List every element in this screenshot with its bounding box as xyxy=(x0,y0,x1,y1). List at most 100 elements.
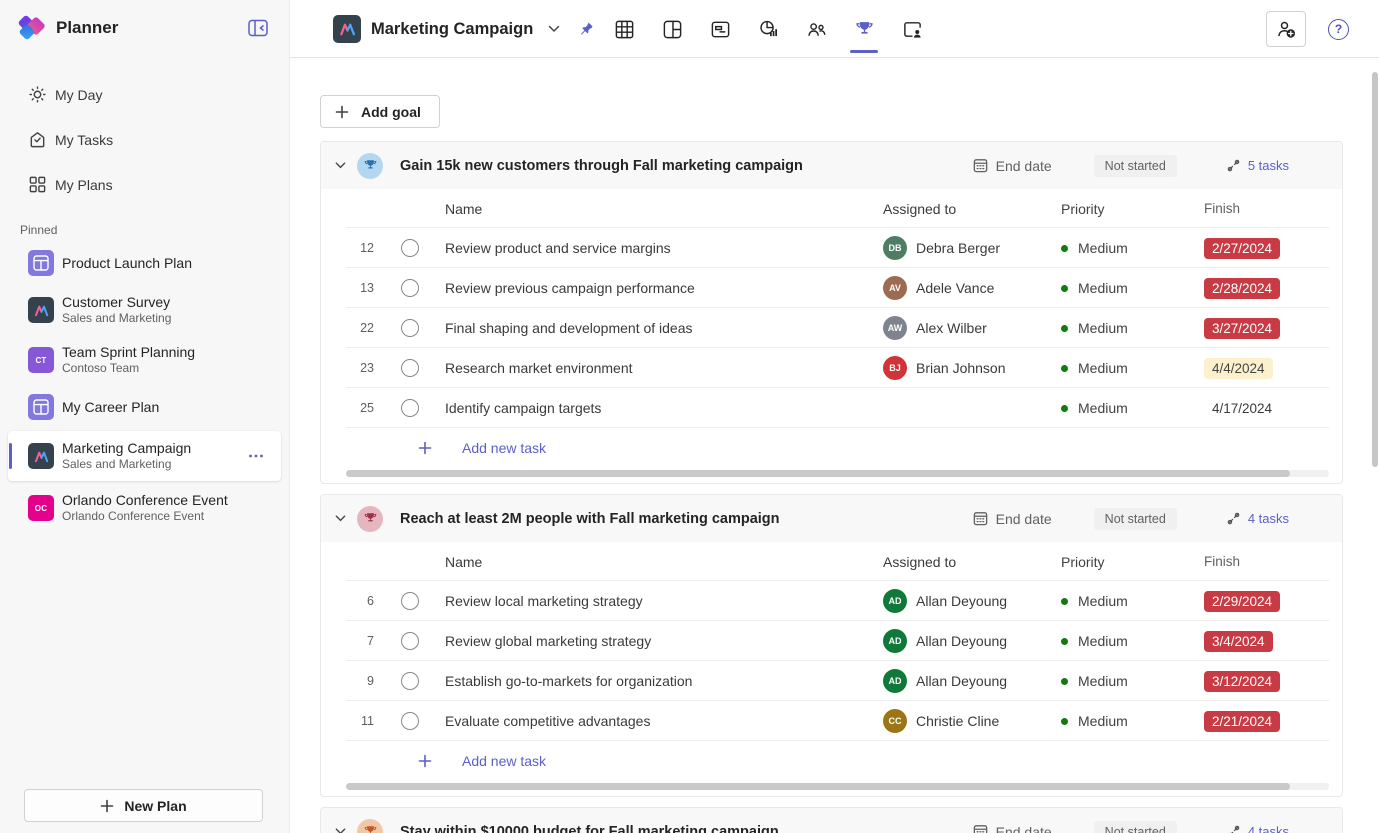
task-priority[interactable]: Medium xyxy=(1047,593,1191,609)
task-priority[interactable]: Medium xyxy=(1047,673,1191,689)
task-row[interactable]: 11 Evaluate competitive advantages CC Ch… xyxy=(321,701,1342,741)
task-priority[interactable]: Medium xyxy=(1047,320,1191,336)
task-checkbox[interactable] xyxy=(401,239,419,257)
task-name[interactable]: Review global marketing strategy xyxy=(443,633,867,649)
sidebar-item-my-tasks[interactable]: My Tasks xyxy=(0,117,289,162)
finish-date-badge[interactable]: 2/28/2024 xyxy=(1204,277,1281,299)
task-priority[interactable]: Medium xyxy=(1047,280,1191,296)
timeline-view-icon[interactable] xyxy=(704,9,736,49)
task-assignee[interactable] xyxy=(867,396,1047,420)
task-row[interactable]: 22 Final shaping and development of idea… xyxy=(321,308,1342,348)
help-icon[interactable]: ? xyxy=(1328,18,1349,40)
finish-date-badge[interactable]: 4/4/2024 xyxy=(1204,357,1273,379)
task-name[interactable]: Establish go-to-markets for organization xyxy=(443,673,867,689)
task-checkbox[interactable] xyxy=(401,279,419,297)
linked-tasks-button[interactable]: 5 tasks xyxy=(1226,158,1289,173)
task-checkbox[interactable] xyxy=(401,712,419,730)
task-checkbox[interactable] xyxy=(401,672,419,690)
task-checkbox[interactable] xyxy=(401,592,419,610)
assignments-view-icon[interactable] xyxy=(896,9,928,49)
task-checkbox[interactable] xyxy=(401,319,419,337)
task-assignee[interactable]: AD Allan Deyoung xyxy=(867,669,1047,693)
task-name[interactable]: Evaluate competitive advantages xyxy=(443,713,867,729)
sidebar-item-my-day[interactable]: My Day xyxy=(0,72,289,117)
task-assignee[interactable]: CC Christie Cline xyxy=(867,709,1047,733)
task-checkbox[interactable] xyxy=(401,399,419,417)
sidebar-item-my-plans[interactable]: My Plans xyxy=(0,162,289,207)
task-row[interactable]: 9 Establish go-to-markets for organizati… xyxy=(321,661,1342,701)
end-date-button[interactable]: End date xyxy=(972,823,1052,833)
chevron-down-icon[interactable] xyxy=(334,159,347,172)
people-view-icon[interactable] xyxy=(800,9,832,49)
task-row[interactable]: 13 Review previous campaign performance … xyxy=(321,268,1342,308)
task-row[interactable]: 25 Identify campaign targets Medium 4/17… xyxy=(321,388,1342,428)
task-name[interactable]: Final shaping and development of ideas xyxy=(443,320,867,336)
sidebar-plan-marketing-campaign[interactable]: Marketing Campaign Sales and Marketing xyxy=(8,431,281,481)
sidebar-plan-orlando-conference[interactable]: OC Orlando Conference Event Orlando Conf… xyxy=(0,483,289,533)
chevron-down-icon[interactable] xyxy=(547,22,561,36)
finish-date-badge[interactable]: 3/27/2024 xyxy=(1204,317,1281,339)
linked-tasks-button[interactable]: 4 tasks xyxy=(1226,824,1289,833)
scrollbar-thumb[interactable] xyxy=(346,470,1290,477)
task-assignee[interactable]: AW Alex Wilber xyxy=(867,316,1047,340)
task-name[interactable]: Review previous campaign performance xyxy=(443,280,867,296)
task-row[interactable]: 6 Review local marketing strategy AD All… xyxy=(321,581,1342,621)
task-row[interactable]: 7 Review global marketing strategy AD Al… xyxy=(321,621,1342,661)
task-priority[interactable]: Medium xyxy=(1047,240,1191,256)
grid-view-icon[interactable] xyxy=(608,9,640,49)
status-badge[interactable]: Not started xyxy=(1093,507,1177,530)
task-checkbox[interactable] xyxy=(401,359,419,377)
pin-icon[interactable] xyxy=(577,21,594,38)
sidebar-plan-my-career[interactable]: My Career Plan xyxy=(0,385,289,429)
task-priority[interactable]: Medium xyxy=(1047,360,1191,376)
finish-date-badge[interactable]: 3/4/2024 xyxy=(1204,630,1273,652)
end-date-button[interactable]: End date xyxy=(972,510,1052,527)
status-badge[interactable]: Not started xyxy=(1093,820,1177,833)
new-plan-button[interactable]: New Plan xyxy=(24,789,263,822)
task-priority[interactable]: Medium xyxy=(1047,400,1191,416)
scrollbar-thumb[interactable] xyxy=(346,783,1290,790)
linked-tasks-button[interactable]: 4 tasks xyxy=(1226,511,1289,526)
add-member-button[interactable] xyxy=(1266,11,1306,47)
goal-header[interactable]: Gain 15k new customers through Fall mark… xyxy=(321,142,1342,189)
goal-header[interactable]: Stay within $10000 budget for Fall marke… xyxy=(321,808,1342,833)
finish-date-badge[interactable]: 3/12/2024 xyxy=(1204,670,1281,692)
task-checkbox[interactable] xyxy=(401,632,419,650)
add-new-task-button[interactable]: Add new task xyxy=(321,428,1342,468)
task-assignee[interactable]: AD Allan Deyoung xyxy=(867,589,1047,613)
task-name[interactable]: Research market environment xyxy=(443,360,867,376)
task-priority[interactable]: Medium xyxy=(1047,633,1191,649)
task-assignee[interactable]: AV Adele Vance xyxy=(867,276,1047,300)
finish-date-badge[interactable]: 2/29/2024 xyxy=(1204,590,1281,612)
task-row[interactable]: 23 Research market environment BJ Brian … xyxy=(321,348,1342,388)
horizontal-scrollbar[interactable] xyxy=(346,783,1329,790)
task-name[interactable]: Identify campaign targets xyxy=(443,400,867,416)
charts-view-icon[interactable] xyxy=(752,9,784,49)
status-badge[interactable]: Not started xyxy=(1093,154,1177,177)
task-assignee[interactable]: BJ Brian Johnson xyxy=(867,356,1047,380)
chevron-down-icon[interactable] xyxy=(334,512,347,525)
more-options-icon[interactable] xyxy=(247,447,265,465)
end-date-button[interactable]: End date xyxy=(972,157,1052,174)
add-new-task-button[interactable]: Add new task xyxy=(321,741,1342,781)
collapse-sidebar-icon[interactable] xyxy=(247,17,269,39)
vertical-scrollbar[interactable] xyxy=(1372,72,1378,467)
finish-date-badge[interactable]: 4/17/2024 xyxy=(1204,398,1280,419)
task-row[interactable]: 12 Review product and service margins DB… xyxy=(321,228,1342,268)
goals-view-icon[interactable] xyxy=(848,9,880,53)
goal-header[interactable]: Reach at least 2M people with Fall marke… xyxy=(321,495,1342,542)
finish-date-badge[interactable]: 2/21/2024 xyxy=(1204,710,1281,732)
task-name[interactable]: Review local marketing strategy xyxy=(443,593,867,609)
chevron-down-icon[interactable] xyxy=(334,825,347,833)
board-view-icon[interactable] xyxy=(656,9,688,49)
add-goal-button[interactable]: Add goal xyxy=(320,95,440,128)
sidebar-plan-product-launch[interactable]: Product Launch Plan xyxy=(0,241,289,285)
task-assignee[interactable]: AD Allan Deyoung xyxy=(867,629,1047,653)
finish-date-badge[interactable]: 2/27/2024 xyxy=(1204,237,1281,259)
sidebar-plan-team-sprint[interactable]: CT Team Sprint Planning Contoso Team xyxy=(0,335,289,385)
horizontal-scrollbar[interactable] xyxy=(346,470,1329,477)
task-priority[interactable]: Medium xyxy=(1047,713,1191,729)
task-assignee[interactable]: DB Debra Berger xyxy=(867,236,1047,260)
sidebar-plan-customer-survey[interactable]: Customer Survey Sales and Marketing xyxy=(0,285,289,335)
task-name[interactable]: Review product and service margins xyxy=(443,240,867,256)
